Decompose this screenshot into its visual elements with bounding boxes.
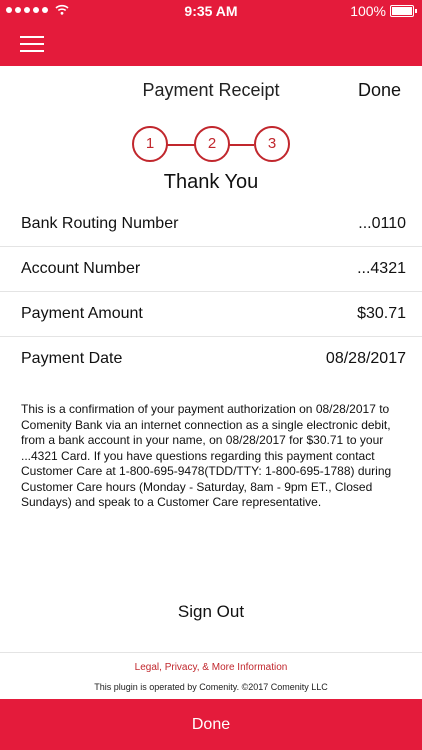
step-3: 3 [254,126,290,162]
progress-steps: 1 2 3 [132,126,292,164]
done-header-button[interactable]: Done [358,80,401,101]
detail-label: Payment Date [21,350,123,367]
detail-value: ...0110 [358,215,406,232]
step-connector [228,144,254,146]
detail-value: ...4321 [357,260,406,277]
detail-label: Bank Routing Number [21,215,179,232]
battery-icon [390,5,417,17]
status-bar: 9:35 AM 100% [0,0,422,22]
detail-row-date: Payment Date 08/28/2017 [0,337,422,381]
legal-link[interactable]: Legal, Privacy, & More Information [0,662,422,673]
receipt-header: Payment Receipt Done [0,66,422,110]
detail-row-routing: Bank Routing Number ...0110 [0,202,422,247]
confirmation-text: This is a confirmation of your payment a… [21,402,392,509]
step-2: 2 [194,126,230,162]
app-navbar [0,22,422,66]
payment-details: Bank Routing Number ...0110 Account Numb… [0,202,422,381]
detail-label: Account Number [21,260,141,277]
detail-value: 08/28/2017 [325,350,406,367]
step-1: 1 [132,126,168,162]
sign-out-button[interactable]: Sign Out [0,602,422,622]
battery-percent: 100% [350,3,386,19]
detail-row-account: Account Number ...4321 [0,247,422,292]
detail-label: Payment Amount [21,305,143,322]
thank-you-heading: Thank You [163,171,259,193]
battery-indicator: 100% [350,3,417,19]
detail-value: $30.71 [357,305,406,322]
operated-by-text: This plugin is operated by Comenity. ©20… [94,682,328,692]
detail-row-amount: Payment Amount $30.71 [0,292,422,337]
hamburger-icon[interactable] [20,34,44,54]
divider [0,652,422,653]
done-bottom-button[interactable]: Done [0,699,422,750]
